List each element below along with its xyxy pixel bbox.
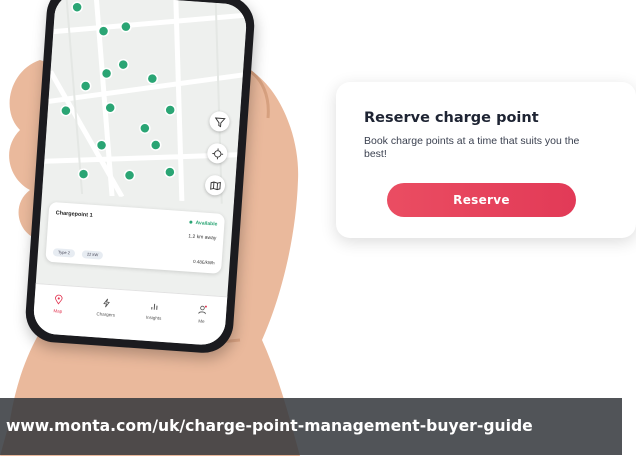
reserve-description: Book charge points at a time that suits … bbox=[364, 135, 580, 160]
charger-marker bbox=[104, 102, 116, 114]
reserve-card: Reserve charge point Book charge points … bbox=[336, 82, 636, 238]
reserve-button[interactable]: Reserve bbox=[387, 183, 576, 217]
url-banner: www.monta.com/uk/charge-point-management… bbox=[0, 398, 622, 455]
tab-label: Insights bbox=[145, 314, 162, 321]
charger-marker bbox=[139, 122, 151, 134]
charger-marker bbox=[146, 72, 159, 85]
guide-url-link[interactable]: www.monta.com/uk/charge-point-management… bbox=[6, 398, 533, 455]
charger-marker bbox=[60, 104, 72, 117]
chargepoint-tag: 22 kW bbox=[81, 250, 104, 260]
charger-marker bbox=[123, 169, 136, 182]
chargepoint-distance: 1.2 km away bbox=[188, 233, 217, 242]
charger-marker bbox=[71, 1, 83, 13]
map-view[interactable] bbox=[42, 0, 248, 205]
chargepoint-name: Chargepoint 1 bbox=[55, 210, 93, 219]
tab-chargers[interactable]: Chargers bbox=[86, 297, 125, 339]
charger-marker bbox=[149, 139, 162, 151]
reserve-title: Reserve charge point bbox=[364, 110, 539, 126]
chargepoint-price: 0.48£/kWh bbox=[192, 258, 215, 266]
charger-marker bbox=[164, 104, 176, 116]
map-layers-icon bbox=[209, 181, 221, 190]
phone-device: Chargepoint 1 Available 1.2 km away Type… bbox=[23, 0, 257, 355]
user-icon bbox=[198, 305, 207, 315]
charger-marker bbox=[79, 80, 92, 92]
map-pin-icon bbox=[55, 294, 63, 305]
tab-label: Chargers bbox=[96, 311, 116, 318]
bar-chart-icon bbox=[151, 303, 158, 310]
locate-icon bbox=[211, 147, 223, 159]
tab-label: Me bbox=[198, 318, 205, 324]
charger-marker bbox=[95, 139, 108, 152]
charger-marker bbox=[120, 20, 132, 33]
lightning-icon bbox=[103, 298, 110, 308]
tab-map[interactable]: Map bbox=[38, 293, 77, 335]
chargepoint-status: Available bbox=[189, 220, 217, 228]
charger-marker bbox=[100, 67, 113, 80]
charger-marker bbox=[77, 168, 90, 180]
charger-marker bbox=[117, 58, 129, 71]
charger-marker bbox=[164, 166, 176, 178]
tab-insights[interactable]: Insights bbox=[134, 300, 173, 342]
tab-bar: Map Chargers Insights Me bbox=[32, 283, 228, 347]
filter-icon bbox=[214, 116, 226, 127]
tab-me[interactable]: Me bbox=[182, 303, 221, 345]
phone-screen: Chargepoint 1 Available 1.2 km away Type… bbox=[32, 0, 248, 347]
chargepoint-tag: Type 2 bbox=[52, 248, 76, 258]
chargepoint-card[interactable]: Chargepoint 1 Available 1.2 km away Type… bbox=[45, 201, 226, 274]
charger-marker bbox=[97, 25, 110, 37]
tab-label: Map bbox=[53, 308, 63, 314]
